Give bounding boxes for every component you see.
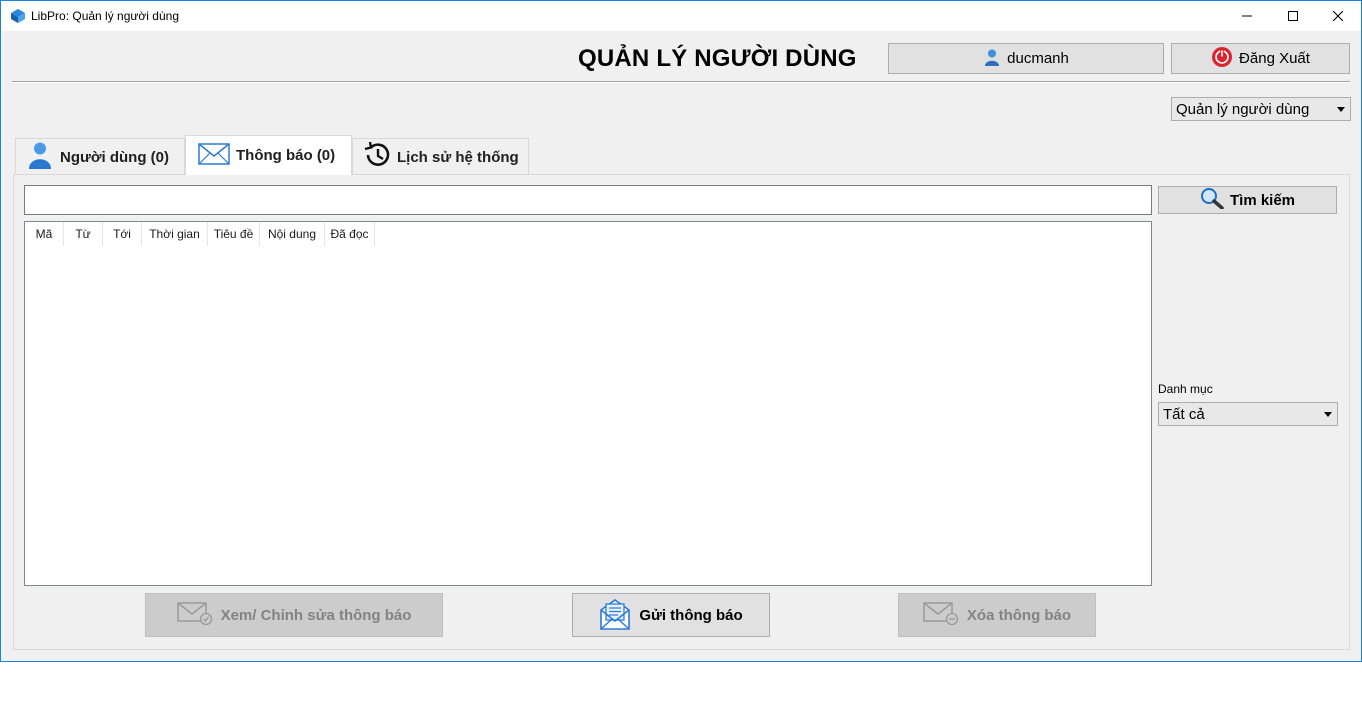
close-icon — [1333, 11, 1343, 21]
table-header: Mã Từ Tới Thời gian Tiêu đề Nội dung Đã … — [25, 222, 1151, 246]
view-selector-dropdown[interactable]: Quản lý người dùng — [1171, 97, 1351, 121]
category-dropdown[interactable]: Tất cả — [1158, 402, 1338, 426]
send-notification-label: Gửi thông báo — [639, 606, 743, 624]
column-header[interactable]: Đã đọc — [325, 222, 375, 246]
title-bar[interactable]: LibPro: Quản lý người dùng — [1, 1, 1361, 31]
page-title: QUẢN LÝ NGƯỜI DÙNG — [578, 45, 857, 72]
username-label: ducmanh — [1007, 50, 1069, 67]
column-header[interactable]: Tới — [103, 222, 142, 246]
column-header[interactable]: Mã — [25, 222, 64, 246]
delete-notification-label: Xóa thông báo — [966, 606, 1072, 624]
user-icon — [983, 48, 1001, 70]
minimize-icon — [1242, 15, 1252, 17]
view-edit-notification-button[interactable]: Xem/ Chỉnh sửa thông báo — [145, 593, 443, 637]
search-input[interactable] — [24, 185, 1152, 215]
category-value: Tất cả — [1163, 405, 1205, 423]
column-header[interactable]: Nội dung — [260, 222, 325, 246]
category-label: Danh mục — [1158, 382, 1213, 396]
power-icon — [1211, 46, 1233, 72]
envelope-minus-icon — [923, 601, 959, 629]
window-title: LibPro: Quản lý người dùng — [31, 9, 179, 23]
chevron-down-icon — [1337, 107, 1345, 112]
chevron-down-icon — [1324, 412, 1332, 417]
view-edit-label: Xem/ Chỉnh sửa thông báo — [220, 606, 412, 624]
app-window: LibPro: Quản lý người dùng QUẢN LÝ NGƯỜI… — [0, 0, 1362, 662]
maximize-button[interactable] — [1270, 1, 1316, 31]
column-header[interactable]: Từ — [64, 222, 103, 246]
search-button-label: Tìm kiếm — [1229, 191, 1296, 209]
close-window-button[interactable] — [1315, 1, 1361, 31]
app-book-icon — [10, 8, 26, 24]
logout-button[interactable]: Đăng Xuất — [1171, 43, 1350, 74]
view-selector-value: Quản lý người dùng — [1176, 100, 1310, 118]
history-icon — [361, 140, 393, 174]
envelope-letter-icon — [599, 596, 631, 634]
maximize-icon — [1288, 11, 1298, 21]
column-header[interactable]: Thời gian — [142, 222, 208, 246]
tab-notifications-label: Thông báo (0) — [236, 147, 336, 164]
user-icon — [28, 141, 52, 173]
notifications-table[interactable]: Mã Từ Tới Thời gian Tiêu đề Nội dung Đã … — [24, 221, 1152, 586]
tab-notifications[interactable]: Thông báo (0) — [185, 135, 352, 175]
tab-history[interactable]: Lịch sử hệ thống — [352, 138, 529, 175]
delete-notification-button[interactable]: Xóa thông báo — [898, 593, 1096, 637]
search-icon — [1200, 187, 1224, 213]
logout-label: Đăng Xuất — [1239, 50, 1310, 67]
search-button[interactable]: Tìm kiếm — [1158, 186, 1337, 214]
current-user-button[interactable]: ducmanh — [888, 43, 1164, 74]
minimize-button[interactable] — [1224, 1, 1270, 31]
send-notification-button[interactable]: Gửi thông báo — [572, 593, 770, 637]
column-header[interactable]: Tiêu đề — [208, 222, 260, 246]
tab-history-label: Lịch sử hệ thống — [397, 148, 519, 166]
tab-users[interactable]: Người dùng (0) — [15, 138, 185, 175]
envelope-check-icon — [176, 601, 213, 629]
envelope-icon — [198, 142, 230, 169]
tab-users-label: Người dùng (0) — [60, 148, 170, 166]
